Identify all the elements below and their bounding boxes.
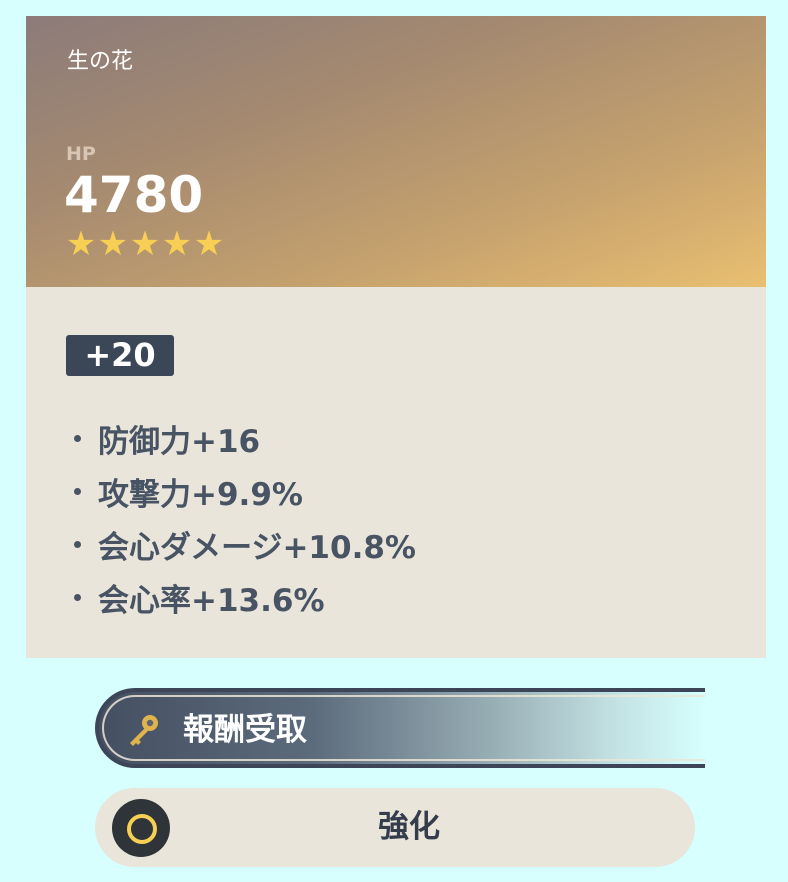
enhance-button-label: 強化 [378,809,440,845]
substat-text: 攻撃力+9.9% [98,477,303,513]
substat-text: 防御力+16 [98,424,261,460]
artifact-header: 生の花 HP 4780 ★ ★ ★ ★ ★ [26,16,766,287]
substat-item: 会心率+13.6% [74,571,416,624]
enhance-button[interactable]: 強化 [95,788,695,867]
star-icon: ★ [97,224,129,264]
star-icon: ★ [65,224,97,264]
artifact-card: 生の花 HP 4780 ★ ★ ★ ★ ★ +20 防御力+16 攻撃力+9.9% 会心… [26,16,766,658]
reward-button-label: 報酬受取 [183,712,307,748]
substat-item: 会心ダメージ+10.8% [74,518,416,571]
main-stat-label: HP [66,143,96,165]
claim-reward-button[interactable]: 報酬受取 [95,688,705,768]
substat-item: 防御力+16 [74,412,416,465]
key-icon [130,715,158,746]
level-badge: +20 [66,335,174,376]
substat-text: 会心ダメージ+10.8% [98,530,416,566]
bullet-icon [74,488,81,495]
bullet-icon [74,435,81,442]
artifact-slot-name: 生の花 [67,49,134,74]
rarity-stars: ★ ★ ★ ★ ★ [65,227,225,261]
artifact-details: +20 防御力+16 攻撃力+9.9% 会心ダメージ+10.8% 会心率+13.… [26,287,766,658]
substat-list: 防御力+16 攻撃力+9.9% 会心ダメージ+10.8% 会心率+13.6% [74,412,416,624]
star-icon: ★ [193,224,225,264]
main-stat-value: 4780 [64,166,204,224]
substat-text: 会心率+13.6% [98,583,325,619]
star-icon: ★ [129,224,161,264]
star-icon: ★ [161,224,193,264]
bullet-icon [74,594,81,601]
substat-item: 攻撃力+9.9% [74,465,416,518]
bullet-icon [74,541,81,548]
